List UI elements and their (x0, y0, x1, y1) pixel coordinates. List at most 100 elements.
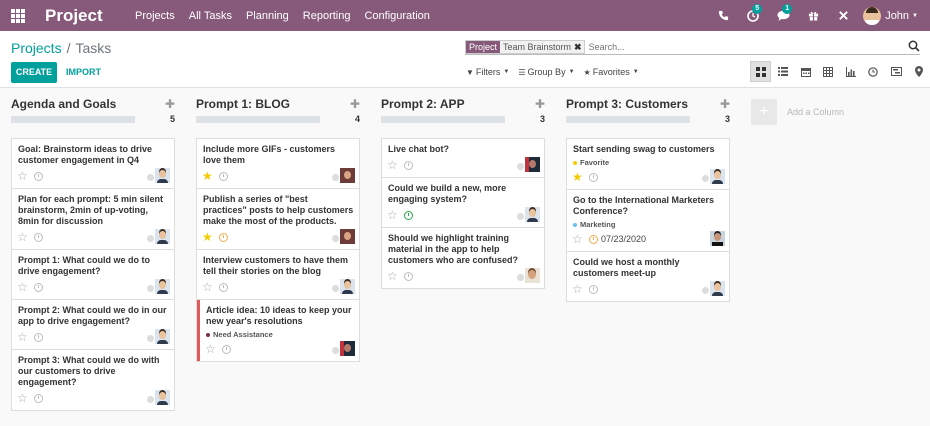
breadcrumb-projects-link[interactable]: Projects (11, 40, 62, 56)
pivot-view-button[interactable] (818, 61, 839, 82)
activity-icon[interactable] (34, 333, 43, 342)
column-title[interactable]: Prompt 3: Customers (566, 97, 688, 111)
menu-item-planning[interactable]: Planning (246, 10, 289, 22)
task-card[interactable]: Interview customers to have them tell th… (197, 250, 359, 300)
activity-icon[interactable] (34, 233, 43, 242)
column-progress-bar[interactable] (566, 116, 690, 123)
star-icon[interactable]: ☆ (387, 270, 398, 282)
activity-icon[interactable] (404, 161, 413, 170)
star-icon[interactable]: ☆ (202, 281, 213, 293)
task-card[interactable]: Article idea: 10 ideas to keep your new … (197, 300, 359, 361)
star-icon[interactable]: ☆ (205, 343, 216, 355)
activity-icon[interactable] (222, 345, 231, 354)
star-icon[interactable]: ★ (572, 171, 583, 183)
star-icon[interactable]: ☆ (387, 159, 398, 171)
phone-icon[interactable] (715, 8, 731, 24)
activity-icon[interactable] (34, 172, 43, 181)
activity-icon[interactable] (219, 172, 228, 181)
task-card[interactable]: Could we build a new, more engaging syst… (382, 178, 544, 228)
star-icon[interactable]: ★ (202, 231, 213, 243)
quick-add-icon[interactable]: ✚ (720, 97, 730, 111)
menu-item-projects[interactable]: Projects (135, 10, 175, 22)
kanban-state-dot[interactable] (147, 396, 154, 403)
kanban-state-dot[interactable] (332, 174, 339, 181)
activity-icon[interactable] (404, 272, 413, 281)
debug-tools-icon[interactable] (835, 8, 851, 24)
task-card[interactable]: Publish a series of "best practices" pos… (197, 189, 359, 250)
task-card[interactable]: Go to the International Marketers Confer… (567, 190, 729, 252)
gift-icon[interactable] (805, 8, 821, 24)
quick-add-icon[interactable]: ✚ (535, 97, 545, 111)
kanban-state-dot[interactable] (517, 274, 524, 281)
kanban-state-dot[interactable] (147, 174, 154, 181)
task-card[interactable]: Could we host a monthly customers meet-u… (567, 252, 729, 301)
task-card[interactable]: Start sending swag to customers Favorite… (567, 139, 729, 190)
group-by-toggle[interactable]: ☰ Group By ▼ (518, 67, 574, 77)
star-icon[interactable]: ☆ (17, 392, 28, 404)
column-title[interactable]: Prompt 1: BLOG (196, 97, 290, 111)
task-card[interactable]: Plan for each prompt: 5 min silent brain… (12, 189, 174, 250)
task-card[interactable]: Prompt 1: What could we do to drive enga… (12, 250, 174, 300)
search-icon[interactable] (908, 40, 920, 52)
import-button[interactable]: IMPORT (66, 62, 101, 83)
add-column-plus-icon[interactable]: + (751, 99, 777, 125)
task-card[interactable]: Prompt 3: What could we do with our cust… (12, 350, 174, 410)
search-input[interactable] (588, 39, 889, 54)
star-icon[interactable]: ☆ (17, 231, 28, 243)
apps-menu-icon[interactable] (11, 8, 25, 23)
column-progress-bar[interactable] (11, 116, 135, 123)
activity-icon[interactable] (589, 173, 598, 182)
activity-icon[interactable] (34, 283, 43, 292)
favorites-toggle[interactable]: ★ Favorites ▼ (584, 67, 639, 77)
user-menu[interactable]: John ▼ (863, 6, 918, 25)
messages-icon[interactable]: 1 (775, 3, 793, 24)
activity-warning-icon[interactable] (219, 233, 228, 242)
kanban-state-dot[interactable] (702, 175, 709, 182)
kanban-state-dot[interactable] (517, 213, 524, 220)
app-title[interactable]: Project (45, 6, 129, 26)
task-card[interactable]: Live chat bot? ☆ (382, 139, 544, 178)
kanban-state-dot[interactable] (517, 163, 524, 170)
add-column[interactable]: + Add a Column (751, 99, 844, 125)
activity-icon[interactable] (219, 283, 228, 292)
kanban-state-dot[interactable] (702, 287, 709, 294)
activity-icon[interactable] (34, 394, 43, 403)
graph-view-button[interactable] (840, 61, 861, 82)
column-progress-bar[interactable] (196, 116, 320, 123)
column-title[interactable]: Prompt 2: APP (381, 97, 465, 111)
activity-planned-icon[interactable] (404, 211, 413, 220)
map-view-button[interactable] (908, 61, 929, 82)
task-card[interactable]: Prompt 2: What could we do in our app to… (12, 300, 174, 350)
kanban-state-dot[interactable] (147, 285, 154, 292)
star-icon[interactable]: ☆ (17, 331, 28, 343)
quick-add-icon[interactable]: ✚ (165, 97, 175, 111)
task-card[interactable]: Include more GIFs - customers love them … (197, 139, 359, 189)
kanban-view-button[interactable] (750, 61, 771, 82)
gantt-view-button[interactable] (886, 61, 907, 82)
kanban-state-dot[interactable] (147, 235, 154, 242)
calendar-view-button[interactable] (795, 61, 816, 82)
activity-warning-icon[interactable] (589, 235, 598, 244)
kanban-state-dot[interactable] (147, 335, 154, 342)
star-icon[interactable]: ★ (202, 170, 213, 182)
kanban-state-dot[interactable] (332, 285, 339, 292)
list-view-button[interactable] (773, 61, 794, 82)
star-icon[interactable]: ☆ (387, 209, 398, 221)
kanban-state-dot[interactable] (332, 235, 339, 242)
star-icon[interactable]: ☆ (17, 170, 28, 182)
create-button[interactable]: CREATE (11, 62, 57, 83)
facet-remove-icon[interactable]: ✖ (574, 41, 584, 53)
quick-add-icon[interactable]: ✚ (350, 97, 360, 111)
filters-toggle[interactable]: ▼ Filters ▼ (466, 67, 509, 77)
menu-item-all-tasks[interactable]: All Tasks (189, 10, 232, 22)
activity-clock-icon[interactable]: 5 (745, 3, 763, 24)
star-icon[interactable]: ☆ (572, 283, 583, 295)
task-card[interactable]: Should we highlight training material in… (382, 228, 544, 288)
menu-item-reporting[interactable]: Reporting (303, 10, 351, 22)
menu-item-configuration[interactable]: Configuration (364, 10, 429, 22)
activity-icon[interactable] (589, 285, 598, 294)
task-card[interactable]: Goal: Brainstorm ideas to drive customer… (12, 139, 174, 189)
star-icon[interactable]: ☆ (17, 281, 28, 293)
star-icon[interactable]: ☆ (572, 233, 583, 245)
activity-view-button[interactable] (863, 61, 884, 82)
